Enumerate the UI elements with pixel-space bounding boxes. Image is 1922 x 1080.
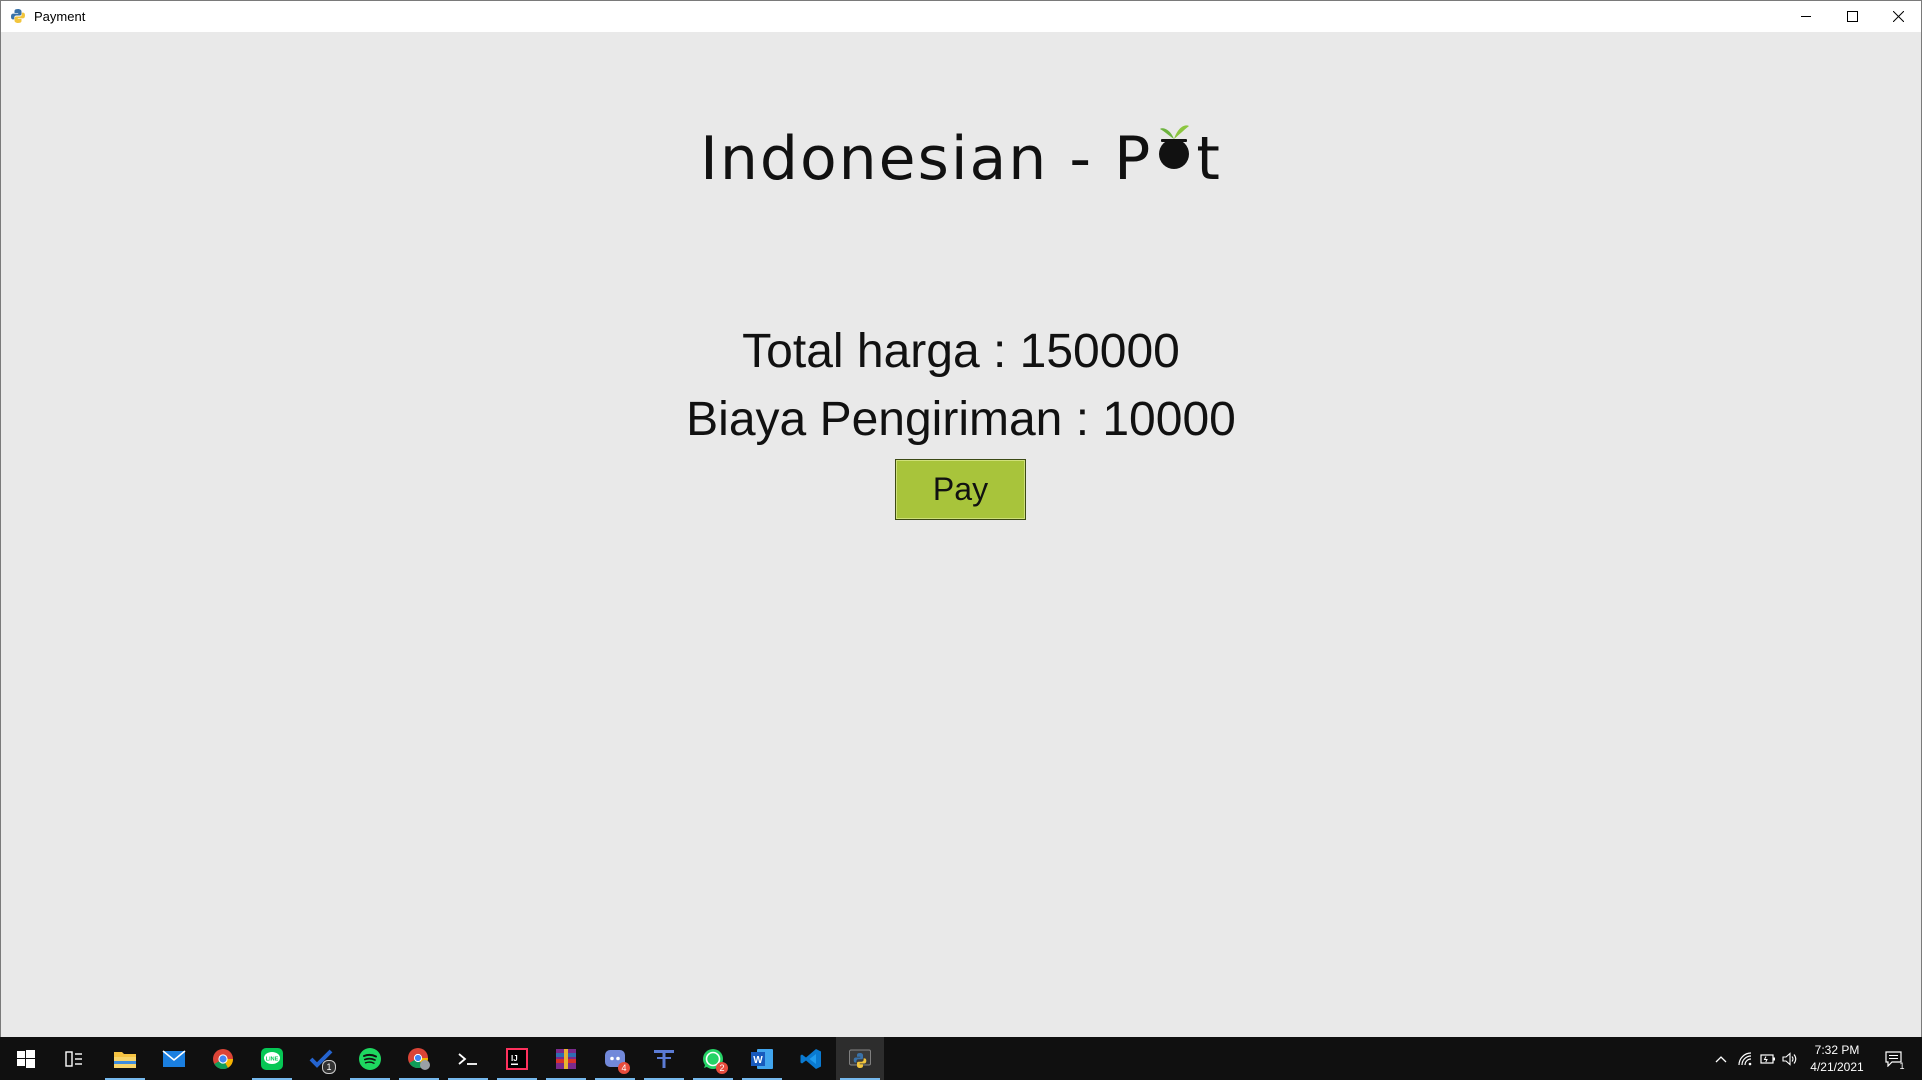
mail-icon [162, 1049, 186, 1067]
taskbar-spotify[interactable] [346, 1037, 394, 1080]
line-icon: LINE [261, 1047, 283, 1070]
clock-date: 4/21/2021 [1810, 1060, 1864, 1074]
taskbar-chrome-profile[interactable] [395, 1037, 443, 1080]
close-button[interactable] [1875, 1, 1921, 32]
taskbar: LINE 1 IJ 4 2 W 7:32 PM 4/21/2021 1 [0, 1037, 1922, 1080]
chevron-up-icon [1715, 1055, 1727, 1062]
taskbar-whatsapp[interactable]: 2 [689, 1037, 737, 1080]
chrome-icon [213, 1048, 234, 1069]
winrar-icon [556, 1048, 576, 1069]
action-center-button[interactable]: 1 [1880, 1037, 1908, 1080]
taskbar-winrar[interactable] [542, 1037, 590, 1080]
close-icon [1892, 11, 1904, 22]
vscode-icon [800, 1048, 821, 1069]
intellij-icon: IJ [506, 1047, 528, 1070]
taskbar-file-explorer[interactable] [101, 1037, 149, 1080]
taskbar-line[interactable]: LINE [248, 1037, 296, 1080]
taskbar-vscode[interactable] [787, 1037, 835, 1080]
title-bar[interactable]: Payment [1, 1, 1921, 32]
payment-content: Indonesian - P t Total harga : 150000 Bi… [1, 32, 1921, 1038]
tray-network[interactable] [1735, 1037, 1757, 1080]
spotify-icon [359, 1047, 381, 1070]
discord-badge: 4 [618, 1062, 630, 1074]
taskbar-word[interactable]: W [738, 1037, 786, 1080]
taskbar-chrome[interactable] [199, 1037, 247, 1080]
maximize-icon [1846, 11, 1858, 22]
minimize-button[interactable] [1783, 1, 1829, 32]
window-title: Payment [34, 9, 86, 24]
svg-text:W: W [753, 1055, 763, 1066]
whatsapp-badge: 2 [716, 1062, 728, 1074]
clock-time: 7:32 PM [1814, 1043, 1860, 1057]
svg-text:LINE: LINE [266, 1056, 279, 1062]
python-icon [849, 1049, 871, 1068]
notification-count: 1 [1899, 1061, 1905, 1071]
task-view-icon [65, 1050, 82, 1067]
taskbar-clock[interactable]: 7:32 PM 4/21/2021 [1802, 1042, 1872, 1076]
chrome-profile-icon [408, 1047, 430, 1070]
start-button[interactable] [2, 1037, 50, 1080]
python-icon [11, 9, 25, 23]
pot-icon [1154, 125, 1194, 181]
terminal-icon [458, 1052, 477, 1065]
taskbar-intellij[interactable]: IJ [493, 1037, 541, 1080]
taskbar-python-active[interactable] [836, 1037, 884, 1080]
word-icon: W [751, 1048, 773, 1069]
minimize-icon [1800, 16, 1811, 17]
typora-icon [654, 1049, 674, 1068]
total-price-label: Total harga : 150000 [742, 325, 1180, 378]
brand-text-prefix: Indonesian - P [700, 124, 1153, 194]
payment-window: Payment Indonesian - P t Total harga : 1… [0, 0, 1922, 1038]
tray-overflow-button[interactable] [1710, 1037, 1732, 1080]
brand-text-suffix: t [1196, 124, 1222, 194]
tray-volume[interactable] [1779, 1037, 1801, 1080]
file-explorer-icon [114, 1051, 136, 1068]
shipping-cost-label: Biaya Pengiriman : 10000 [686, 393, 1236, 446]
maximize-button[interactable] [1829, 1, 1875, 32]
start-icon [17, 1049, 35, 1068]
brand-logo: Indonesian - P t [1, 124, 1921, 194]
taskbar-mail[interactable] [150, 1037, 198, 1080]
battery-icon [1760, 1053, 1775, 1064]
volume-icon [1782, 1051, 1797, 1066]
taskbar-discord[interactable]: 4 [591, 1037, 639, 1080]
task-view-button[interactable] [50, 1037, 98, 1080]
svg-text:IJ: IJ [511, 1054, 518, 1063]
taskbar-todo[interactable]: 1 [297, 1037, 345, 1080]
todo-badge: 1 [322, 1060, 336, 1074]
tray-battery[interactable] [1757, 1037, 1779, 1080]
pay-button[interactable]: Pay [895, 459, 1026, 520]
network-icon [1738, 1051, 1752, 1065]
taskbar-typora[interactable] [640, 1037, 688, 1080]
taskbar-terminal[interactable] [444, 1037, 492, 1080]
